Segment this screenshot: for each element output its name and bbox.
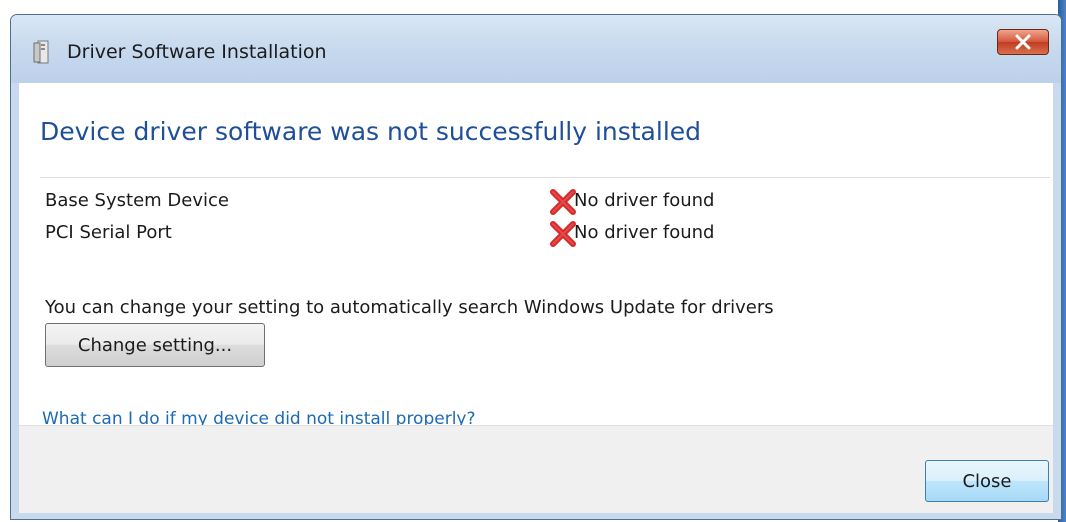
content-panel: Device driver software was not successfu… [19, 83, 1053, 429]
close-button[interactable]: Close [925, 460, 1049, 502]
device-installer-icon [31, 39, 53, 65]
device-status: No driver found [574, 222, 715, 243]
title-bar[interactable]: Driver Software Installation [11, 15, 1061, 83]
device-row: Base System Device No driver found [45, 189, 785, 215]
device-row: PCI Serial Port No driver found [45, 221, 785, 247]
change-setting-button[interactable]: Change setting... [45, 323, 265, 367]
status-heading: Device driver software was not successfu… [40, 117, 702, 146]
window-title: Driver Software Installation [67, 41, 327, 63]
button-bar: Close [19, 425, 1053, 513]
driver-install-dialog: Driver Software Installation Device driv… [10, 14, 1062, 520]
divider [40, 177, 1050, 178]
windows-update-info: You can change your setting to automatic… [45, 297, 774, 318]
device-status: No driver found [574, 190, 715, 211]
device-name: Base System Device [45, 190, 229, 211]
close-icon [1015, 34, 1031, 50]
window-close-button[interactable] [997, 29, 1049, 55]
device-name: PCI Serial Port [45, 222, 172, 243]
